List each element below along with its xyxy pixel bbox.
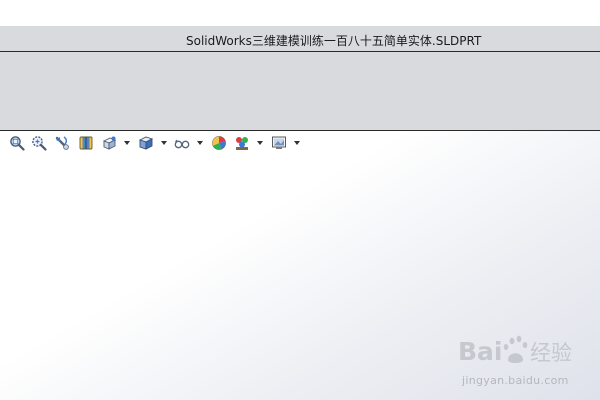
view-settings-icon — [272, 136, 286, 149]
heads-up-view-toolbar — [0, 134, 320, 154]
title-bar: SolidWorks三维建模训练一百八十五简单实体.SLDPRT — [0, 26, 600, 52]
zoom-to-area-button[interactable] — [30, 134, 48, 152]
section-view-button[interactable] — [77, 134, 95, 152]
view-orientation-dropdown[interactable] — [123, 138, 131, 148]
chevron-down-icon — [197, 141, 203, 145]
view-settings-dropdown[interactable] — [293, 138, 301, 148]
apply-scene-icon — [236, 137, 248, 150]
svg-text:Bai: Bai — [458, 337, 503, 366]
previous-view-icon — [55, 136, 69, 150]
svg-text:经验: 经验 — [530, 341, 572, 365]
chevron-down-icon — [124, 141, 130, 145]
zoom-to-fit-icon — [10, 136, 25, 151]
hide-show-items-icon — [174, 139, 190, 149]
watermark-url: jingyan.baidu.com — [462, 374, 569, 387]
display-style-icon — [138, 136, 154, 150]
section-view-icon — [79, 136, 93, 150]
hide-show-items-button[interactable] — [173, 134, 191, 152]
command-manager-ribbon — [0, 52, 600, 131]
edit-appearance-button[interactable] — [210, 134, 228, 152]
display-style-button[interactable] — [137, 134, 155, 152]
zoom-to-area-icon — [32, 136, 47, 151]
hide-show-items-dropdown[interactable] — [196, 138, 204, 148]
chevron-down-icon — [294, 141, 300, 145]
edit-appearance-icon — [212, 136, 226, 150]
baidu-logo: Bai 经验 — [458, 335, 572, 366]
apply-scene-dropdown[interactable] — [256, 138, 264, 148]
previous-view-button[interactable] — [53, 134, 71, 152]
window-title: SolidWorks三维建模训练一百八十五简单实体.SLDPRT — [186, 34, 482, 48]
top-strip — [0, 0, 600, 26]
apply-scene-button[interactable] — [233, 134, 251, 152]
zoom-to-fit-button[interactable] — [8, 134, 26, 152]
display-style-dropdown[interactable] — [160, 138, 168, 148]
baidu-jingyan-watermark: Bai 经验 jingyan.baidu.com — [458, 332, 598, 394]
chevron-down-icon — [257, 141, 263, 145]
view-orientation-button[interactable] — [100, 134, 118, 152]
view-settings-button[interactable] — [270, 134, 288, 152]
chevron-down-icon — [161, 141, 167, 145]
view-orientation-icon — [102, 136, 117, 150]
